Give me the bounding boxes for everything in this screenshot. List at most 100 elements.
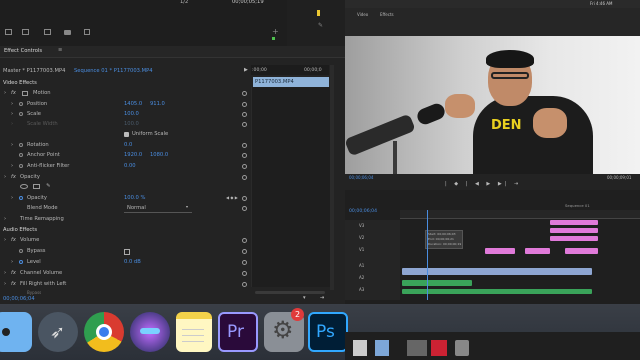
reset-icon[interactable]: [242, 164, 247, 169]
scale-value[interactable]: 100.0: [124, 111, 139, 117]
playhead-line[interactable]: [427, 210, 428, 300]
opacity-expand-icon[interactable]: ›: [11, 195, 13, 201]
track-v3[interactable]: V3: [359, 224, 364, 228]
source-label[interactable]: Master * P1177003.MP4: [3, 68, 65, 74]
position-x-value[interactable]: 1405.0: [124, 101, 142, 107]
ec-clip-bar[interactable]: P1177003.MP4: [253, 77, 329, 87]
dock-app-finder[interactable]: [0, 312, 32, 352]
position-y-value[interactable]: 911.0: [150, 101, 165, 107]
fx-badge-icon[interactable]: fx: [11, 174, 16, 180]
tab-video[interactable]: Video: [357, 13, 368, 17]
dock-app-photoshop[interactable]: Ps: [308, 312, 348, 352]
reset-icon[interactable]: [242, 102, 247, 107]
level-expand-icon[interactable]: ›: [11, 259, 13, 265]
track-a1[interactable]: A1: [359, 264, 364, 268]
reset-icon[interactable]: [242, 249, 247, 254]
bypass-checkbox[interactable]: [124, 249, 130, 255]
dock-app-notes[interactable]: [176, 312, 212, 352]
scale-expand-icon[interactable]: ›: [11, 111, 13, 117]
timeline-clip[interactable]: [550, 236, 598, 241]
motion-transform-icon[interactable]: [22, 91, 28, 96]
export-icon[interactable]: ⇥: [320, 295, 324, 301]
antiflicker-value[interactable]: 0.00: [124, 163, 136, 169]
printer-icon[interactable]: [407, 340, 427, 356]
ec-bottom-scroll[interactable]: [255, 291, 325, 294]
reset-icon[interactable]: [242, 271, 247, 276]
reset-icon[interactable]: [242, 175, 247, 180]
tab-effects[interactable]: Effects: [380, 13, 394, 17]
fill-right-expand-icon[interactable]: ›: [4, 281, 6, 287]
level-value[interactable]: 0.0 dB: [124, 259, 141, 265]
ellipse-mask-icon[interactable]: [20, 184, 28, 189]
fx-badge-icon[interactable]: fx: [11, 237, 16, 243]
timeline-clip[interactable]: [550, 220, 598, 225]
overwrite-icon[interactable]: [44, 29, 51, 35]
opacity-stopwatch-icon[interactable]: [19, 196, 23, 200]
doc-icon[interactable]: [353, 340, 367, 356]
add-icon[interactable]: +: [272, 27, 279, 36]
filter-icon[interactable]: ▾: [303, 295, 306, 301]
dock-app-system-preferences[interactable]: ⚙ 2: [264, 308, 304, 352]
opacity-value[interactable]: 100.0 %: [124, 195, 145, 201]
anchor-x-value[interactable]: 1920.0: [124, 152, 142, 158]
dock-app-chrome[interactable]: [84, 312, 124, 352]
pdf-icon[interactable]: [431, 340, 447, 356]
reset-icon[interactable]: [242, 91, 247, 96]
reset-icon[interactable]: [242, 112, 247, 117]
trash-icon[interactable]: [455, 340, 469, 356]
position-expand-icon[interactable]: ›: [11, 101, 13, 107]
timeline-clip[interactable]: [525, 248, 550, 254]
track-a3[interactable]: A3: [359, 288, 364, 292]
rotation-expand-icon[interactable]: ›: [11, 142, 13, 148]
volume-expand-icon[interactable]: ›: [4, 237, 6, 243]
opacity-group-expand-icon[interactable]: ›: [4, 174, 6, 180]
ec-scrollbar[interactable]: [330, 65, 334, 290]
keyframe-nav-icon[interactable]: ◀ ◆ ▶: [226, 196, 238, 200]
panel-menu-icon[interactable]: ≡: [58, 47, 62, 53]
timeline-clip[interactable]: [402, 268, 592, 275]
fx-badge-icon[interactable]: fx: [11, 281, 16, 287]
bypass-stopwatch-icon[interactable]: [19, 249, 23, 253]
track-v2[interactable]: V2: [359, 236, 364, 240]
time-remap-expand-icon[interactable]: ›: [4, 216, 6, 222]
pen-mask-icon[interactable]: ✎: [46, 183, 50, 189]
uniform-scale-checkbox[interactable]: [124, 132, 129, 137]
reset-icon[interactable]: [242, 122, 247, 127]
antiflicker-expand-icon[interactable]: ›: [11, 163, 13, 169]
scale-stopwatch-icon[interactable]: [19, 112, 23, 116]
anchor-y-value[interactable]: 1080.0: [150, 152, 168, 158]
timeline-clip[interactable]: [402, 280, 472, 286]
reset-icon[interactable]: [242, 206, 247, 211]
reset-icon[interactable]: [242, 196, 247, 201]
scale-width-expand-icon[interactable]: ›: [11, 121, 13, 127]
timeline-seq-label[interactable]: Sequence 01: [565, 204, 590, 208]
program-monitor-video[interactable]: DEN: [345, 36, 640, 174]
blend-mode-select[interactable]: Normal ▾: [124, 204, 192, 213]
play-only-audio-icon[interactable]: ▶: [244, 68, 248, 73]
track-v1[interactable]: V1: [359, 248, 364, 252]
rectangle-mask-icon[interactable]: [33, 184, 40, 189]
export-frame-icon[interactable]: [84, 29, 90, 35]
preview-icon[interactable]: [375, 340, 389, 356]
reset-icon[interactable]: [242, 282, 247, 287]
reset-icon[interactable]: [242, 260, 247, 265]
antiflicker-stopwatch-icon[interactable]: [19, 164, 23, 168]
dock-app-premiere[interactable]: Pr: [218, 312, 258, 352]
timeline-clip[interactable]: [550, 228, 598, 233]
timeline-clip[interactable]: [402, 289, 592, 294]
motion-expand-icon[interactable]: ›: [4, 90, 6, 96]
fx-badge-icon[interactable]: fx: [11, 90, 16, 96]
panel-title[interactable]: Effect Controls: [4, 48, 42, 54]
dock-app-launchpad[interactable]: ➶: [38, 312, 78, 352]
transport-controls-icon[interactable]: | ◆ | ◀ ▶ ▶| ⇥: [445, 182, 521, 187]
reset-icon[interactable]: [242, 153, 247, 158]
dock-app-siri[interactable]: [130, 312, 170, 352]
level-stopwatch-icon[interactable]: [19, 260, 23, 264]
anchor-stopwatch-icon[interactable]: [19, 153, 23, 157]
timeline-clip[interactable]: [565, 248, 598, 254]
position-stopwatch-icon[interactable]: [19, 102, 23, 106]
reset-icon[interactable]: [242, 238, 247, 243]
sequence-label[interactable]: Sequence 01 * P1177003.MP4: [74, 68, 153, 74]
camera-icon[interactable]: [64, 30, 71, 35]
insert-icon[interactable]: [22, 29, 29, 35]
